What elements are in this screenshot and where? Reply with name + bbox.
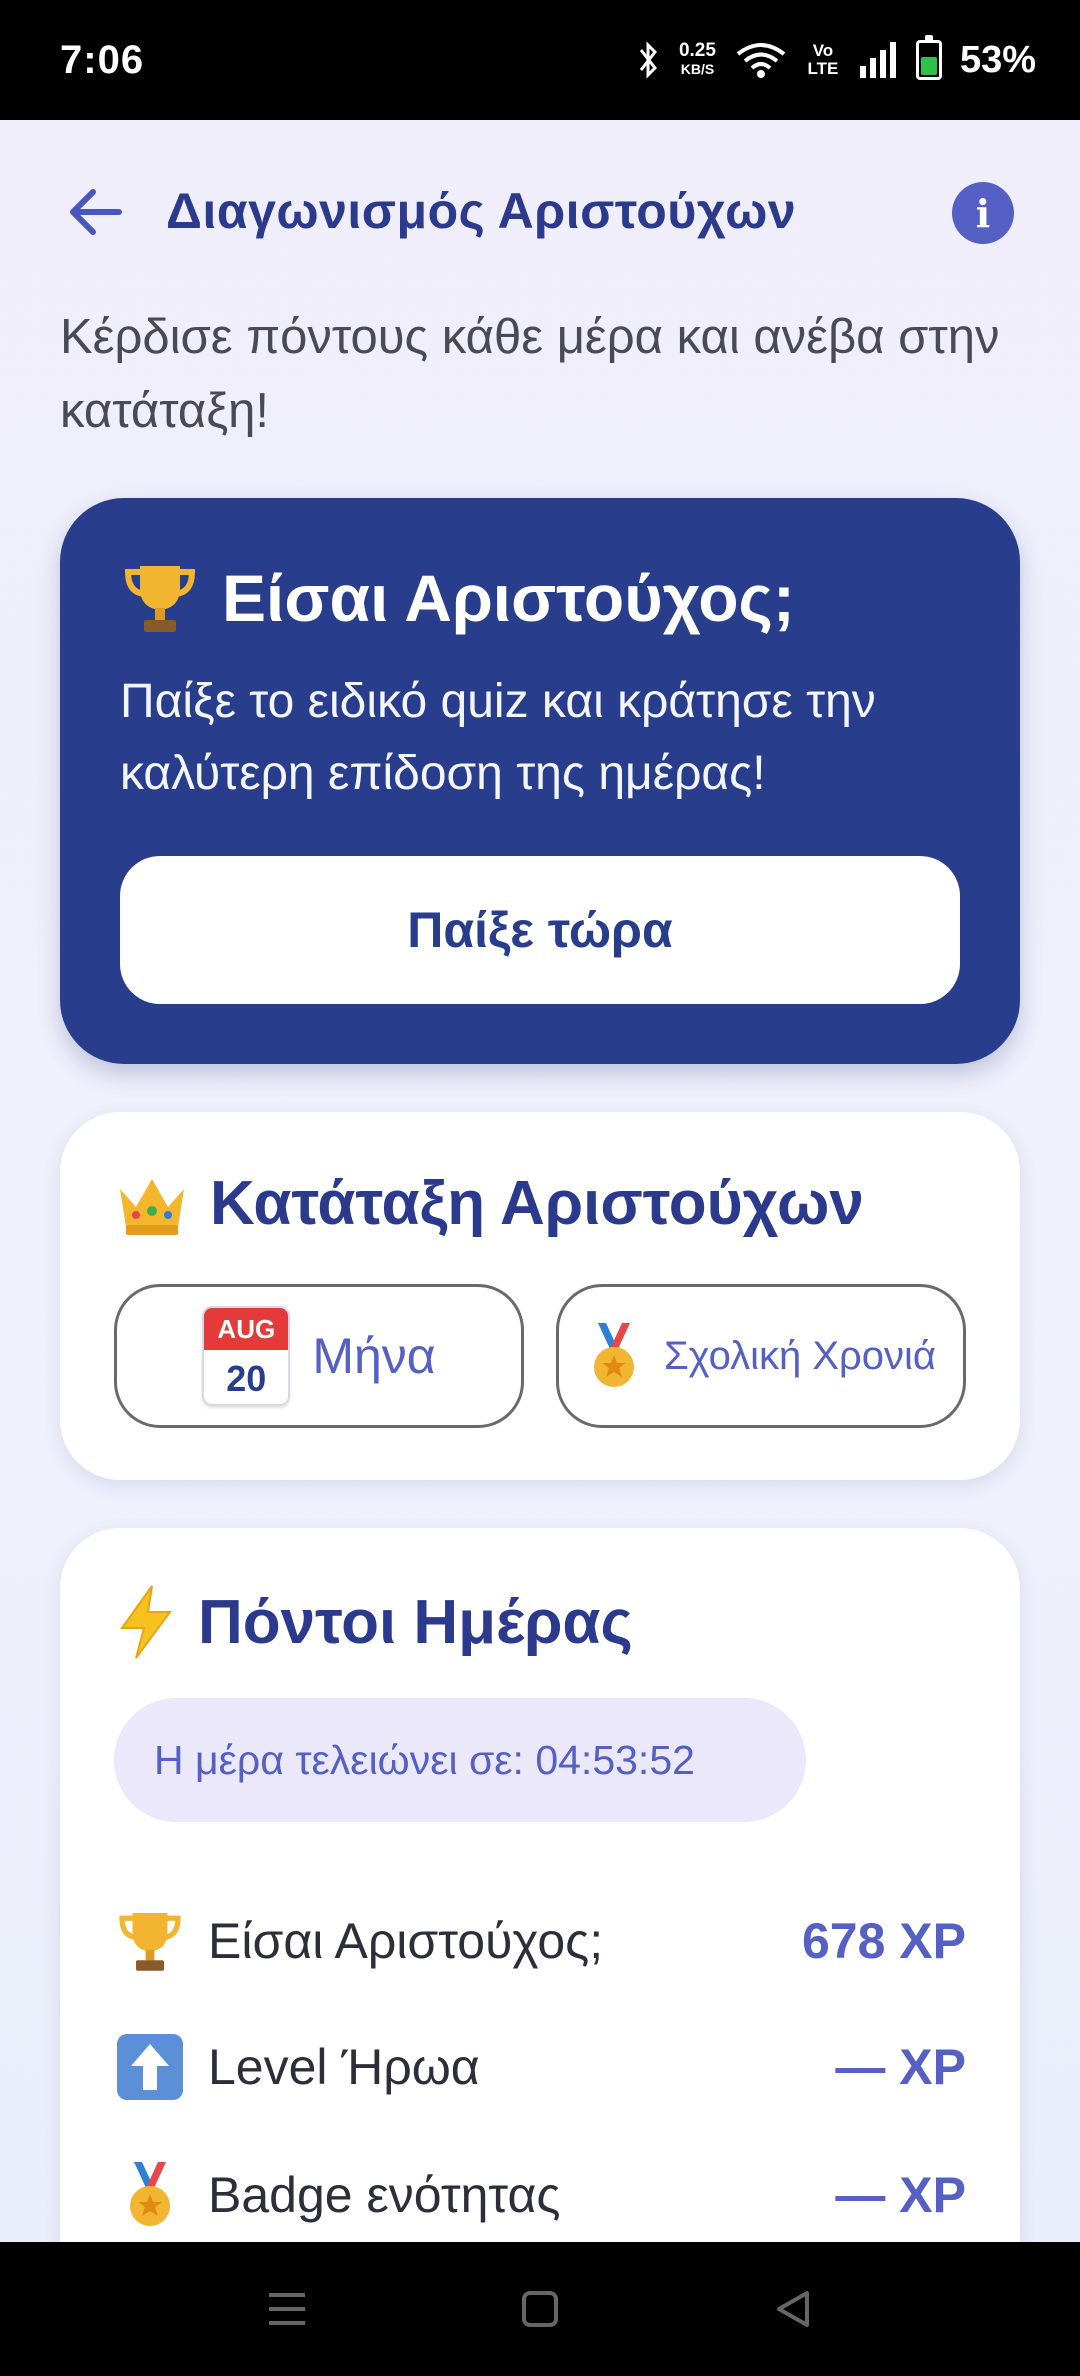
medal-icon xyxy=(593,1323,634,1387)
volte-indicator: Vo LTE xyxy=(807,41,839,78)
hero-title: Είσαι Αριστούχος; xyxy=(120,558,960,638)
crown-icon xyxy=(120,1178,184,1235)
page-title: Διαγωνισμός Αριστούχων xyxy=(166,183,797,239)
points-title: Πόντοι Ημέρας xyxy=(114,1584,633,1660)
hero-description: Παίξε το ειδικό quiz και κράτησε την καλ… xyxy=(120,675,876,800)
system-nav-bar xyxy=(0,2242,1080,2376)
month-ranking-button[interactable]: AUG 20 Μήνα xyxy=(114,1284,524,1428)
page-subtitle: Κέρδισε πόντους κάθε μέρα και ανέβα στην… xyxy=(60,310,1000,438)
net-speed: 0.25 KB/S xyxy=(678,40,716,77)
bluetooth-icon xyxy=(639,41,657,79)
points-row-value: — XP xyxy=(835,2039,966,2095)
info-button[interactable]: i xyxy=(952,182,1014,244)
school-year-label: Σχολική Χρονιά xyxy=(663,1333,937,1378)
status-bar: 7:06 0.25 KB/S Vo LTE 53% xyxy=(0,0,1080,120)
home-square-icon xyxy=(521,2291,558,2327)
points-row-value: 678 XP xyxy=(801,1913,966,1969)
back-button[interactable] xyxy=(60,182,130,242)
points-row-label: Badge ενότητας xyxy=(208,2167,561,2223)
points-title-text: Πόντοι Ημέρας xyxy=(198,1587,633,1657)
status-icons: 0.25 KB/S Vo LTE 53% xyxy=(637,35,1036,82)
app-header: Διαγωνισμός Αριστούχων i xyxy=(0,160,1080,260)
status-time: 7:06 xyxy=(60,37,145,82)
medal-icon xyxy=(114,2159,186,2231)
points-row-label: Level Ήρωα xyxy=(208,2039,480,2095)
month-label: Μήνα xyxy=(312,1328,436,1384)
day-countdown: Η μέρα τελειώνει σε: 04:53:52 xyxy=(114,1698,806,1822)
ranking-title-text: Κατάταξη Αριστούχων xyxy=(210,1169,864,1238)
home-button[interactable] xyxy=(510,2279,570,2339)
back-nav-button[interactable] xyxy=(763,2279,823,2339)
points-row: Είσαι Αριστούχος; 678 XP xyxy=(114,1896,966,1986)
ranking-card: Κατάταξη Αριστούχων AUG 20 Μήνα Σχολική … xyxy=(60,1112,1020,1480)
points-row: Badge ενότητας — XP xyxy=(114,2150,966,2240)
points-row-value: — XP xyxy=(835,2167,966,2223)
menu-button[interactable] xyxy=(257,2279,317,2339)
hero-title-text: Είσαι Αριστούχος; xyxy=(222,561,795,635)
menu-icon xyxy=(268,2293,305,2325)
back-arrow-icon xyxy=(70,189,122,235)
battery-percentage: 53% xyxy=(959,38,1036,81)
hero-quiz-card: Είσαι Αριστούχος; Παίξε το ειδικό quiz κ… xyxy=(60,498,1020,1064)
ranking-title: Κατάταξη Αριστούχων xyxy=(114,1168,864,1239)
back-triangle-icon xyxy=(777,2291,810,2327)
signal-icon xyxy=(859,42,896,78)
trophy-icon xyxy=(114,1905,186,1977)
up-arrow-icon xyxy=(114,2031,186,2103)
calendar-icon: AUG 20 xyxy=(202,1306,291,1406)
school-year-ranking-button[interactable]: Σχολική Χρονιά xyxy=(556,1284,966,1428)
battery-icon xyxy=(915,35,942,80)
trophy-icon xyxy=(124,566,196,632)
lightning-icon xyxy=(120,1585,172,1659)
info-icon: i xyxy=(975,190,991,236)
play-now-button[interactable]: Παίξε τώρα xyxy=(120,856,960,1004)
wifi-icon xyxy=(736,43,786,78)
points-row-label: Είσαι Αριστούχος; xyxy=(208,1913,604,1969)
points-row: Level Ήρωα — XP xyxy=(114,2022,966,2112)
